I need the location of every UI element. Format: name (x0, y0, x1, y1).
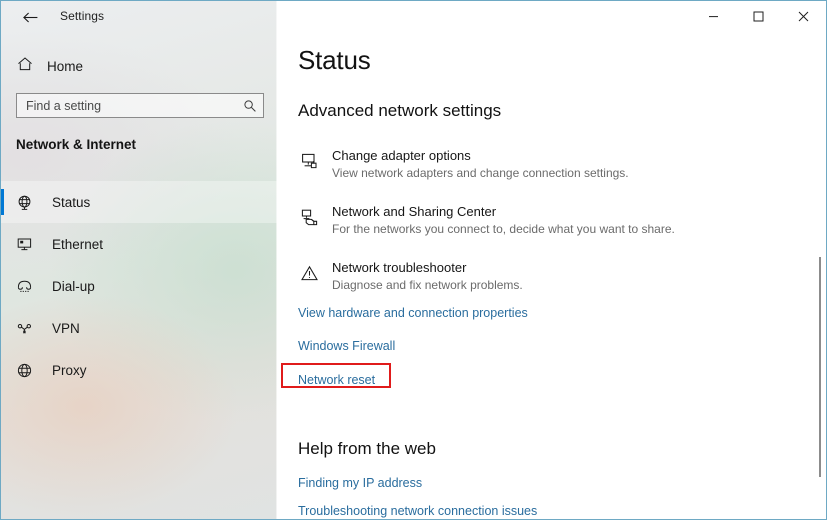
network-reset-wrapper: Network reset (281, 363, 391, 388)
search-placeholder: Find a setting (26, 98, 102, 113)
selection-accent-bar (1, 189, 4, 215)
maximize-icon (753, 11, 764, 21)
link-windows-firewall[interactable]: Windows Firewall (298, 338, 395, 354)
link-troubleshooting-network-connection-issues[interactable]: Troubleshooting network connection issue… (298, 503, 537, 519)
maximize-button[interactable] (736, 1, 781, 31)
network-adapter-icon (296, 149, 322, 173)
search-icon[interactable] (237, 99, 263, 113)
main-content: Status Advanced network settings Change … (277, 1, 826, 519)
search-input[interactable]: Find a setting (16, 93, 264, 118)
app-title: Settings (60, 9, 105, 23)
link-view-hardware-and-connection-properties[interactable]: View hardware and connection properties (298, 305, 528, 321)
option-description: Diagnose and fix network problems. (332, 278, 523, 292)
option-title: Network and Sharing Center (332, 204, 497, 219)
minimize-button[interactable] (691, 1, 736, 31)
link-finding-my-ip-address[interactable]: Finding my IP address (298, 475, 422, 491)
sidebar-item-proxy-label: Proxy (52, 362, 87, 378)
sidebar-item-home[interactable]: Home (15, 53, 263, 79)
page-title: Status (298, 45, 371, 75)
option-change-adapter-options[interactable]: Change adapter options View network adap… (296, 147, 796, 197)
minimize-icon (709, 15, 718, 17)
ethernet-monitor-icon (16, 236, 46, 253)
sidebar-item-dialup-label: Dial-up (52, 278, 95, 294)
sidebar-item-ethernet-label: Ethernet (52, 236, 104, 252)
close-button[interactable] (781, 1, 826, 31)
option-network-troubleshooter[interactable]: Network troubleshooter Diagnose and fix … (296, 259, 796, 309)
section-title: Advanced network settings (298, 101, 502, 120)
option-title: Change adapter options (332, 148, 471, 163)
related-links: View hardware and connection properties … (281, 305, 758, 389)
sidebar-category-title: Network & Internet (16, 137, 137, 152)
dialup-phone-icon (16, 278, 46, 295)
link-network-reset[interactable]: Network reset (298, 372, 375, 388)
vpn-key-icon (16, 320, 46, 337)
title-bar: Settings (1, 1, 826, 33)
globe-status-icon (16, 194, 46, 211)
sidebar-item-ethernet[interactable]: Ethernet (1, 223, 277, 265)
globe-proxy-icon (16, 362, 46, 379)
warning-triangle-icon (296, 261, 322, 285)
sidebar-item-vpn[interactable]: VPN (1, 307, 277, 349)
sidebar-item-status[interactable]: Status (1, 181, 277, 223)
help-links-list: Finding my IP address Troubleshooting ne… (298, 475, 758, 519)
sidebar-item-dialup[interactable]: Dial-up (1, 265, 277, 307)
help-from-the-web-title: Help from the web (298, 439, 436, 458)
sidebar-item-home-label: Home (47, 58, 84, 74)
option-description: View network adapters and change connect… (332, 166, 629, 180)
sidebar-nav-list: Status Ethernet Dial-up VPN Proxy (1, 181, 277, 391)
home-icon (17, 56, 33, 77)
sidebar-item-proxy[interactable]: Proxy (1, 349, 277, 391)
network-sharing-icon (296, 205, 322, 229)
option-description: For the networks you connect to, decide … (332, 222, 675, 236)
settings-window: Home Find a setting Network & Internet S… (0, 0, 827, 520)
option-network-and-sharing-center[interactable]: Network and Sharing Center For the netwo… (296, 203, 796, 253)
back-button[interactable] (13, 5, 47, 29)
sidebar: Home Find a setting Network & Internet S… (1, 1, 277, 519)
close-icon (798, 11, 809, 21)
scrollbar-thumb[interactable] (819, 257, 821, 477)
back-arrow-icon (22, 12, 37, 22)
sidebar-item-vpn-label: VPN (52, 320, 80, 336)
sidebar-item-status-label: Status (52, 194, 91, 210)
option-title: Network troubleshooter (332, 260, 467, 275)
advanced-options-list: Change adapter options View network adap… (296, 147, 796, 315)
scrollbar[interactable] (813, 33, 826, 519)
